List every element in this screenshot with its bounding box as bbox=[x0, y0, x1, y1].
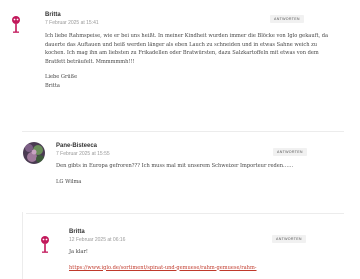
comment-date[interactable]: 7 Februar 2025 at 15:55 bbox=[56, 151, 110, 157]
photo-avatar-icon bbox=[23, 142, 45, 164]
comment-3: Britta 12 Februar 2025 at 06:16 ANTWORTE… bbox=[0, 214, 360, 279]
comment-author[interactable]: Pane-Bisteeca bbox=[56, 143, 110, 149]
comment-body: Ich liebe Rahmspeise, wie er bei uns hei… bbox=[45, 32, 335, 98]
comment-text: Liebe Grüße bbox=[45, 74, 78, 81]
comment-date[interactable]: 7 Februar 2025 at 15:41 bbox=[45, 20, 99, 26]
comment-link[interactable]: https://www.iglo.de/sortiment/spinat-und… bbox=[69, 265, 257, 271]
comment-body: Ja klar! https://www.iglo.de/sortiment/s… bbox=[69, 248, 339, 272]
comment-date[interactable]: 12 Februar 2025 at 06:16 bbox=[69, 237, 125, 243]
comment-text: Ich liebe Rahmspeise, wie er bei uns hei… bbox=[45, 33, 329, 65]
reply-button[interactable]: ANTWORTEN bbox=[270, 15, 304, 23]
reply-button[interactable]: ANTWORTEN bbox=[273, 148, 307, 156]
comment-2: Pane-Bisteeca 7 Februar 2025 at 15:55 AN… bbox=[0, 132, 360, 212]
avatar bbox=[40, 234, 50, 256]
avatar bbox=[23, 142, 45, 164]
comment-body: Den gibts in Europa gefroren??? Ich muss… bbox=[56, 162, 306, 193]
comment-text: Den gibts in Europa gefroren??? Ich muss… bbox=[56, 163, 294, 169]
comment-1: Britta 7 Februar 2025 at 15:41 ANTWORTEN… bbox=[0, 0, 360, 128]
avatar bbox=[11, 14, 21, 36]
comment-author[interactable]: Britta bbox=[69, 229, 125, 235]
pink-figure-icon bbox=[41, 236, 49, 253]
comment-text: LG Wilma bbox=[56, 178, 82, 185]
pink-figure-icon bbox=[12, 16, 20, 33]
comment-author[interactable]: Britta bbox=[45, 12, 99, 18]
comment-text: Ja klar! bbox=[69, 249, 88, 255]
reply-button[interactable]: ANTWORTEN bbox=[272, 235, 306, 243]
comment-text: Britta bbox=[45, 82, 60, 89]
